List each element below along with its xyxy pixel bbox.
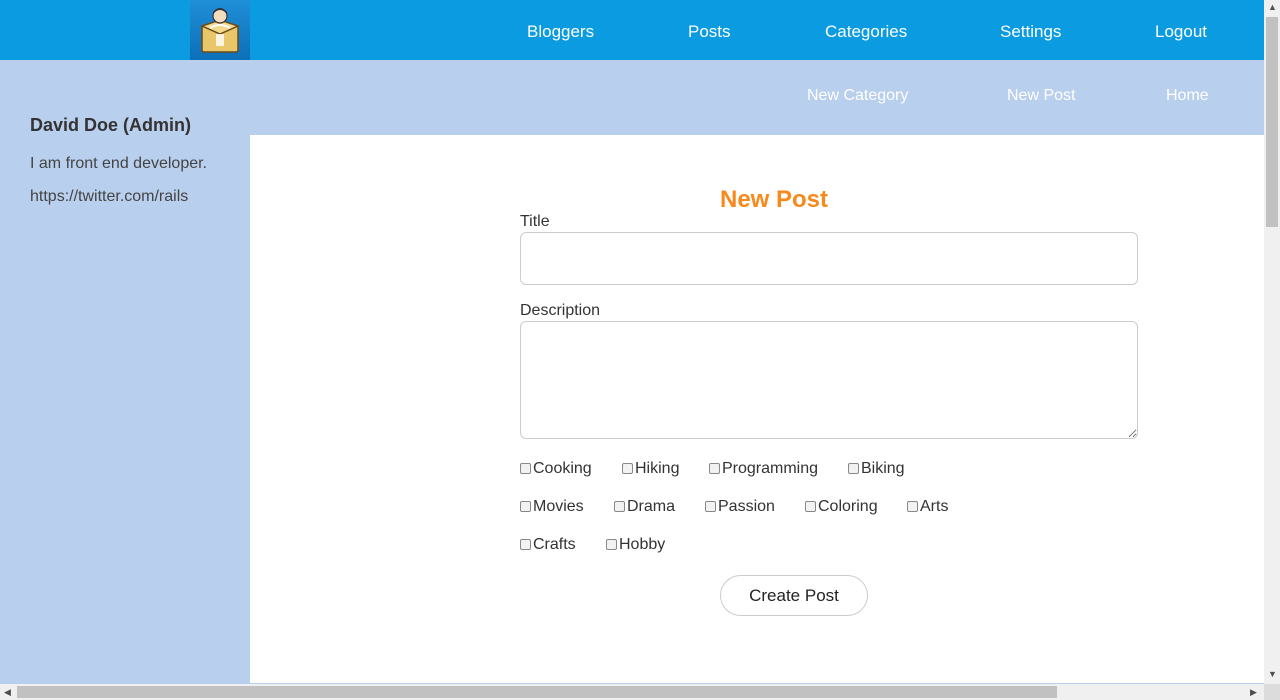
checkbox[interactable]	[709, 462, 720, 474]
category-checkbox-programming[interactable]: Programming	[709, 460, 818, 478]
checkbox[interactable]	[606, 538, 617, 550]
category-label: Programming	[722, 460, 819, 477]
checkbox[interactable]	[520, 462, 531, 474]
nav-categories[interactable]: Categories	[825, 22, 907, 42]
category-label: Hobby	[619, 536, 666, 553]
checkbox[interactable]	[622, 462, 633, 474]
nav-posts[interactable]: Posts	[688, 22, 731, 42]
category-label: Drama	[627, 498, 676, 515]
category-label: Cooking	[533, 460, 592, 477]
category-checkbox-crafts[interactable]: Crafts	[520, 536, 576, 554]
category-checkbox-drama[interactable]: Drama	[614, 498, 675, 516]
description-label: Description	[520, 302, 601, 319]
subnav-home[interactable]: Home	[1166, 87, 1209, 105]
checkbox[interactable]	[520, 538, 531, 550]
description-textarea[interactable]	[520, 321, 1138, 439]
profile-name: David Doe (Admin)	[30, 115, 192, 135]
checkbox[interactable]	[805, 500, 816, 512]
checkbox[interactable]	[848, 462, 859, 474]
title-input[interactable]	[520, 232, 1138, 285]
category-checkbox-coloring[interactable]: Coloring	[805, 498, 878, 516]
category-checkbox-movies[interactable]: Movies	[520, 498, 584, 516]
category-label: Hiking	[635, 460, 680, 477]
category-checkbox-arts[interactable]: Arts	[907, 498, 948, 516]
category-checkbox-biking[interactable]: Biking	[848, 460, 905, 478]
checkbox[interactable]	[520, 500, 531, 512]
site-logo[interactable]	[190, 0, 250, 60]
category-label: Arts	[920, 498, 949, 515]
main-content: New Post Title Description Cooking Hikin…	[250, 135, 1264, 683]
category-checkbox-cooking[interactable]: Cooking	[520, 460, 592, 478]
scrollbar-corner	[1264, 684, 1280, 700]
category-label: Movies	[533, 498, 584, 515]
profile-bio: I am front end developer.	[30, 155, 207, 172]
category-label: Crafts	[533, 536, 576, 553]
nav-bloggers[interactable]: Bloggers	[527, 22, 594, 42]
nav-settings[interactable]: Settings	[1000, 22, 1061, 42]
scroll-left-arrow-icon[interactable]: ◀	[4, 688, 11, 697]
checkbox[interactable]	[614, 500, 625, 512]
category-checkbox-passion[interactable]: Passion	[705, 498, 775, 516]
checkbox[interactable]	[907, 500, 918, 512]
profile-panel: David Doe (Admin) I am front end develop…	[30, 115, 240, 206]
title-label: Title	[520, 213, 550, 230]
category-checkbox-hobby[interactable]: Hobby	[606, 536, 665, 554]
category-checkbox-hiking[interactable]: Hiking	[622, 460, 679, 478]
profile-twitter-link[interactable]: https://twitter.com/rails	[30, 188, 240, 206]
subnav-new-category[interactable]: New Category	[807, 87, 908, 105]
category-label: Coloring	[818, 498, 878, 515]
checkbox[interactable]	[705, 500, 716, 512]
category-label: Biking	[861, 460, 905, 477]
blogger-logo-icon	[199, 8, 241, 53]
nav-logout[interactable]: Logout	[1155, 22, 1207, 42]
category-label: Passion	[718, 498, 775, 515]
page-title: New Post	[720, 186, 829, 213]
scroll-up-arrow-icon[interactable]: ▲	[1268, 3, 1277, 12]
scroll-down-arrow-icon[interactable]: ▼	[1268, 670, 1277, 679]
subnav-new-post[interactable]: New Post	[1007, 87, 1075, 105]
horizontal-scroll-thumb[interactable]	[17, 686, 1057, 698]
top-navbar	[0, 0, 1264, 60]
scroll-right-arrow-icon[interactable]: ▶	[1250, 688, 1257, 697]
create-post-button[interactable]: Create Post	[720, 575, 868, 616]
vertical-scroll-thumb[interactable]	[1266, 17, 1278, 227]
